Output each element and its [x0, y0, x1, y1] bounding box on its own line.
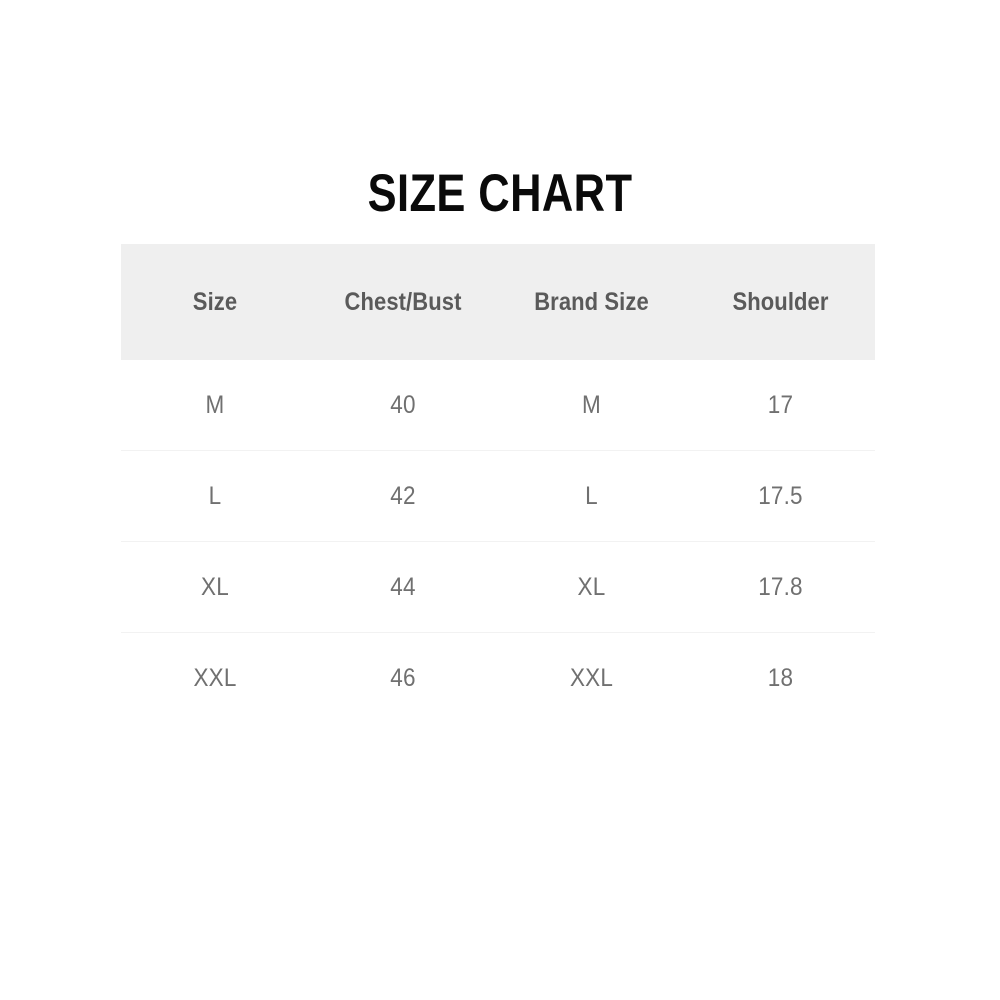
cell-chest: 40 — [390, 390, 416, 419]
cell-shoulder: 17.5 — [695, 450, 866, 542]
column-header-shoulder: Shoulder — [732, 287, 829, 316]
column-header-size: Size — [192, 287, 238, 316]
size-chart-table: Size Chest/Bust Brand Size Shoulder M 40… — [121, 244, 875, 723]
table-row: XL 44 XL 17.8 — [121, 541, 875, 633]
cell-brand: L — [506, 450, 677, 542]
table-header-row: Size Chest/Bust Brand Size Shoulder — [121, 244, 875, 360]
cell-shoulder: 18 — [695, 632, 866, 723]
page-title: SIZE CHART — [367, 164, 633, 223]
cell-chest: 42 — [318, 450, 488, 542]
cell-size: L — [130, 450, 300, 542]
table-row: M 40 M 17 — [121, 360, 875, 451]
size-chart-page: SIZE CHART Size Chest/Bust Brand Size Sh… — [0, 0, 1000, 1000]
cell-chest: 44 — [318, 541, 488, 633]
cell-size: M — [205, 390, 225, 419]
cell-brand: M — [582, 390, 601, 419]
column-header-brand: Brand Size — [534, 287, 649, 316]
table-body: M 40 M 17 L 42 L 17.5 XL 44 XL 17.8 XXL … — [121, 360, 875, 723]
cell-shoulder: 17 — [767, 390, 794, 419]
cell-brand: XL — [506, 541, 677, 633]
column-header-chest: Chest/Bust — [344, 287, 462, 316]
cell-shoulder: 17.8 — [695, 541, 866, 633]
cell-brand: XXL — [506, 632, 677, 723]
table-row: XXL 46 XXL 18 — [121, 632, 875, 723]
cell-size: XXL — [130, 632, 300, 723]
cell-size: XL — [130, 541, 300, 633]
cell-chest: 46 — [318, 632, 488, 723]
table-row: L 42 L 17.5 — [121, 450, 875, 542]
table-header: Size Chest/Bust Brand Size Shoulder — [121, 244, 875, 360]
